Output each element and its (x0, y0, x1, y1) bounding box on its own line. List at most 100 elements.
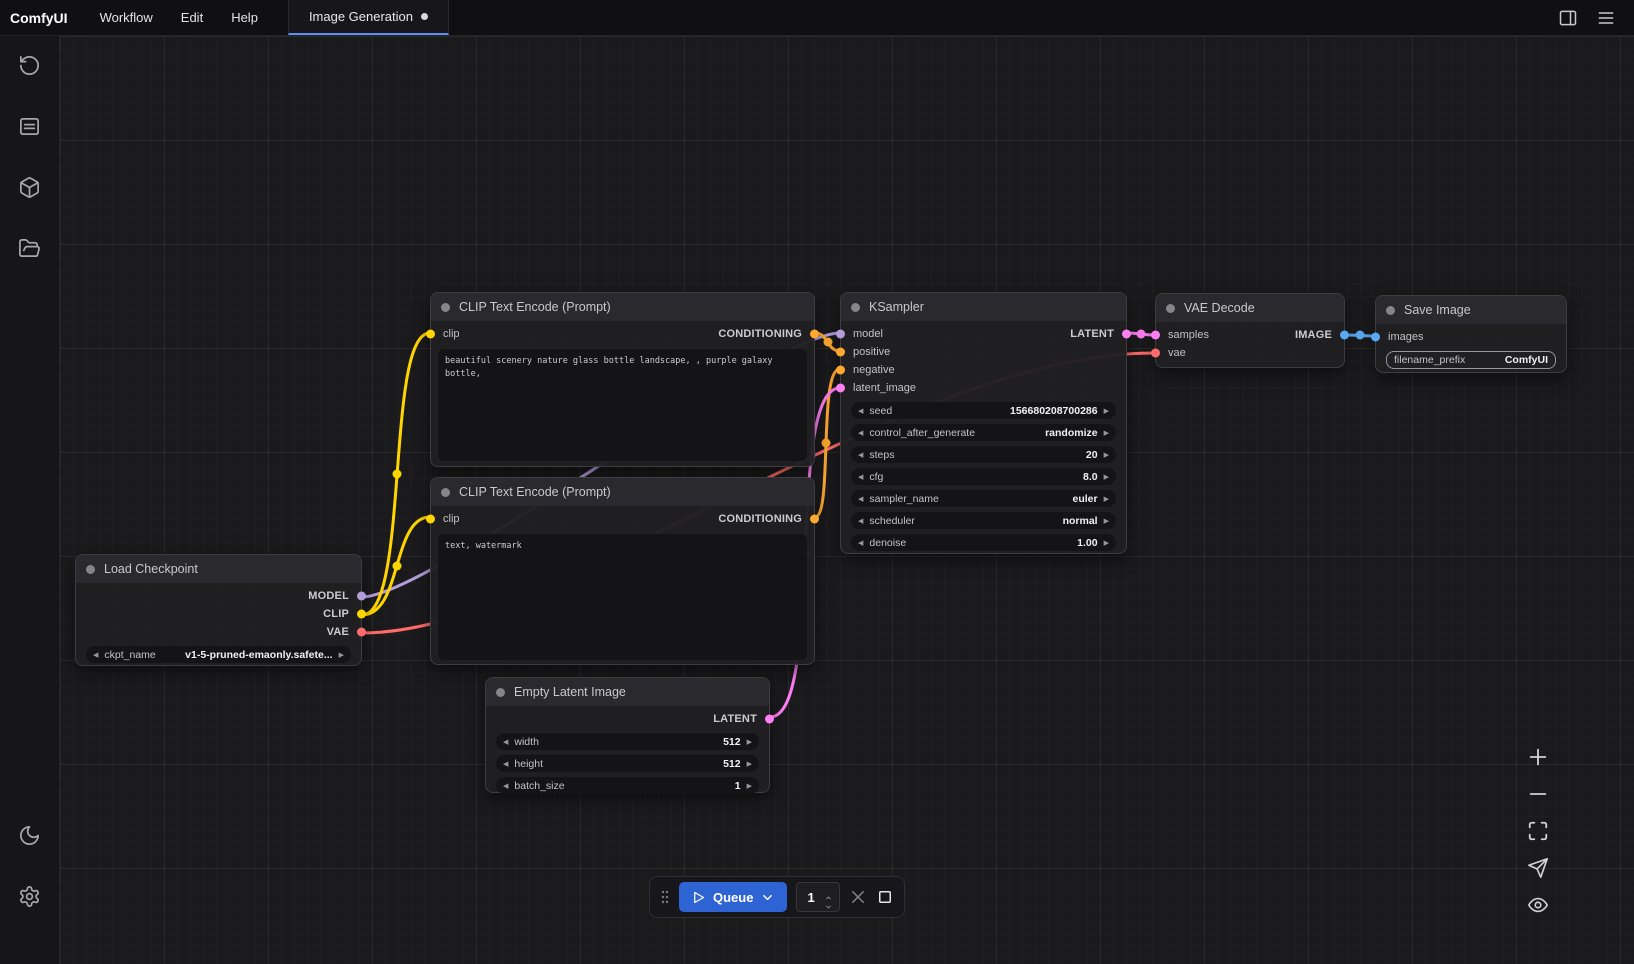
menu-icon[interactable] (1596, 8, 1616, 28)
output-port-conditioning[interactable] (810, 515, 819, 524)
denoise-widget[interactable]: ◀ denoise 1.00 ▶ (851, 534, 1116, 551)
history-icon[interactable] (18, 54, 41, 77)
input-port-samples[interactable] (1151, 331, 1160, 340)
panel-toggle-icon[interactable] (1558, 8, 1578, 28)
node-vae-decode[interactable]: VAE Decode samples IMAGE vae (1155, 293, 1345, 368)
prompt-textarea[interactable]: text, watermark (438, 534, 807, 660)
theme-moon-icon[interactable] (18, 824, 41, 847)
batch-size-widget[interactable]: ◀ batch_size 1 ▶ (496, 777, 759, 794)
model-library-icon[interactable] (18, 176, 41, 199)
input-port-clip[interactable] (426, 330, 435, 339)
zoom-in-icon[interactable] (1527, 746, 1549, 768)
fit-view-icon[interactable] (1527, 820, 1549, 842)
workflows-folder-icon[interactable] (18, 237, 41, 260)
queue-list-icon[interactable] (18, 115, 41, 138)
collapse-dot-icon[interactable] (441, 488, 450, 497)
output-port-vae[interactable] (357, 628, 366, 637)
chevron-down-icon[interactable] (760, 890, 775, 905)
node-header[interactable]: Save Image (1376, 296, 1566, 324)
output-port-image[interactable] (1340, 331, 1349, 340)
spinner-up-icon[interactable] (823, 889, 834, 897)
menu-workflow[interactable]: Workflow (86, 0, 167, 35)
prev-arrow-icon[interactable]: ◀ (858, 495, 863, 503)
app-logo[interactable]: ComfyUI (0, 0, 86, 35)
eye-icon[interactable] (1527, 894, 1549, 916)
cancel-x-icon[interactable] (849, 888, 867, 906)
seed-widget[interactable]: ◀ seed 156680208700286 ▶ (851, 402, 1116, 419)
prev-arrow-icon[interactable]: ◀ (503, 782, 508, 790)
output-port-clip[interactable] (357, 610, 366, 619)
prev-arrow-icon[interactable]: ◀ (858, 473, 863, 481)
next-arrow-icon[interactable]: ▶ (1104, 495, 1109, 503)
next-arrow-icon[interactable]: ▶ (1104, 451, 1109, 459)
input-port-images[interactable] (1371, 333, 1380, 342)
batch-count-stepper[interactable]: 1 (796, 882, 840, 912)
output-port-conditioning[interactable] (810, 330, 819, 339)
stop-square-icon[interactable] (876, 888, 894, 906)
node-ksampler[interactable]: KSampler model LATENT positive negative … (840, 292, 1127, 554)
prev-arrow-icon[interactable]: ◀ (858, 517, 863, 525)
tab-image-generation[interactable]: Image Generation (288, 0, 449, 35)
input-port-latent-image[interactable] (836, 384, 845, 393)
node-empty-latent-image[interactable]: Empty Latent Image LATENT ◀ width 512 ▶ … (485, 677, 770, 793)
filename-prefix-widget[interactable]: filename_prefix ComfyUI (1386, 351, 1556, 369)
node-header[interactable]: Load Checkpoint (76, 555, 361, 583)
queue-button[interactable]: Queue (679, 882, 787, 912)
input-port-model[interactable] (836, 330, 845, 339)
collapse-dot-icon[interactable] (441, 303, 450, 312)
scheduler-widget[interactable]: ◀ scheduler normal ▶ (851, 512, 1116, 529)
next-arrow-icon[interactable]: ▶ (1104, 473, 1109, 481)
next-arrow-icon[interactable]: ▶ (1104, 429, 1109, 437)
output-port-latent[interactable] (1122, 330, 1131, 339)
sampler-name-widget[interactable]: ◀ sampler_name euler ▶ (851, 490, 1116, 507)
node-load-checkpoint[interactable]: Load Checkpoint MODEL CLIP VAE ◀ ckpt_na… (75, 554, 362, 666)
input-port-negative[interactable] (836, 366, 845, 375)
next-arrow-icon[interactable]: ▶ (339, 651, 344, 659)
node-header[interactable]: VAE Decode (1156, 294, 1344, 322)
next-arrow-icon[interactable]: ▶ (747, 782, 752, 790)
collapse-dot-icon[interactable] (1166, 304, 1175, 313)
node-header[interactable]: Empty Latent Image (486, 678, 769, 706)
node-save-image[interactable]: Save Image images filename_prefix ComfyU… (1375, 295, 1567, 373)
node-header[interactable]: CLIP Text Encode (Prompt) (431, 293, 814, 321)
collapse-dot-icon[interactable] (496, 688, 505, 697)
node-header[interactable]: CLIP Text Encode (Prompt) (431, 478, 814, 506)
control-after-generate-widget[interactable]: ◀ control_after_generate randomize ▶ (851, 424, 1116, 441)
next-arrow-icon[interactable]: ▶ (747, 760, 752, 768)
menu-edit[interactable]: Edit (167, 0, 217, 35)
input-port-positive[interactable] (836, 348, 845, 357)
spinner-down-icon[interactable] (823, 898, 834, 906)
prev-arrow-icon[interactable]: ◀ (858, 539, 863, 547)
input-port-vae[interactable] (1151, 349, 1160, 358)
node-clip-text-encode-negative[interactable]: CLIP Text Encode (Prompt) clip CONDITION… (430, 477, 815, 665)
output-port-latent[interactable] (765, 715, 774, 724)
drag-handle-icon[interactable] (660, 888, 670, 906)
output-port-model[interactable] (357, 592, 366, 601)
prev-arrow-icon[interactable]: ◀ (503, 738, 508, 746)
ckpt-name-widget[interactable]: ◀ ckpt_name v1-5-pruned-emaonly.safete..… (86, 646, 351, 663)
menu-help[interactable]: Help (217, 0, 272, 35)
zoom-out-icon[interactable] (1527, 783, 1549, 805)
input-port-clip[interactable] (426, 515, 435, 524)
prev-arrow-icon[interactable]: ◀ (858, 451, 863, 459)
cursor-icon[interactable] (1527, 857, 1549, 879)
prev-arrow-icon[interactable]: ◀ (503, 760, 508, 768)
prev-arrow-icon[interactable]: ◀ (93, 651, 98, 659)
next-arrow-icon[interactable]: ▶ (1104, 517, 1109, 525)
next-arrow-icon[interactable]: ▶ (1104, 407, 1109, 415)
collapse-dot-icon[interactable] (851, 303, 860, 312)
height-widget[interactable]: ◀ height 512 ▶ (496, 755, 759, 772)
node-clip-text-encode-positive[interactable]: CLIP Text Encode (Prompt) clip CONDITION… (430, 292, 815, 467)
steps-widget[interactable]: ◀ steps 20 ▶ (851, 446, 1116, 463)
node-header[interactable]: KSampler (841, 293, 1126, 321)
collapse-dot-icon[interactable] (86, 565, 95, 574)
width-widget[interactable]: ◀ width 512 ▶ (496, 733, 759, 750)
prev-arrow-icon[interactable]: ◀ (858, 407, 863, 415)
prompt-textarea[interactable]: beautiful scenery nature glass bottle la… (438, 349, 807, 461)
next-arrow-icon[interactable]: ▶ (747, 738, 752, 746)
settings-gear-icon[interactable] (18, 885, 41, 908)
collapse-dot-icon[interactable] (1386, 306, 1395, 315)
cfg-widget[interactable]: ◀ cfg 8.0 ▶ (851, 468, 1116, 485)
next-arrow-icon[interactable]: ▶ (1104, 539, 1109, 547)
prev-arrow-icon[interactable]: ◀ (858, 429, 863, 437)
